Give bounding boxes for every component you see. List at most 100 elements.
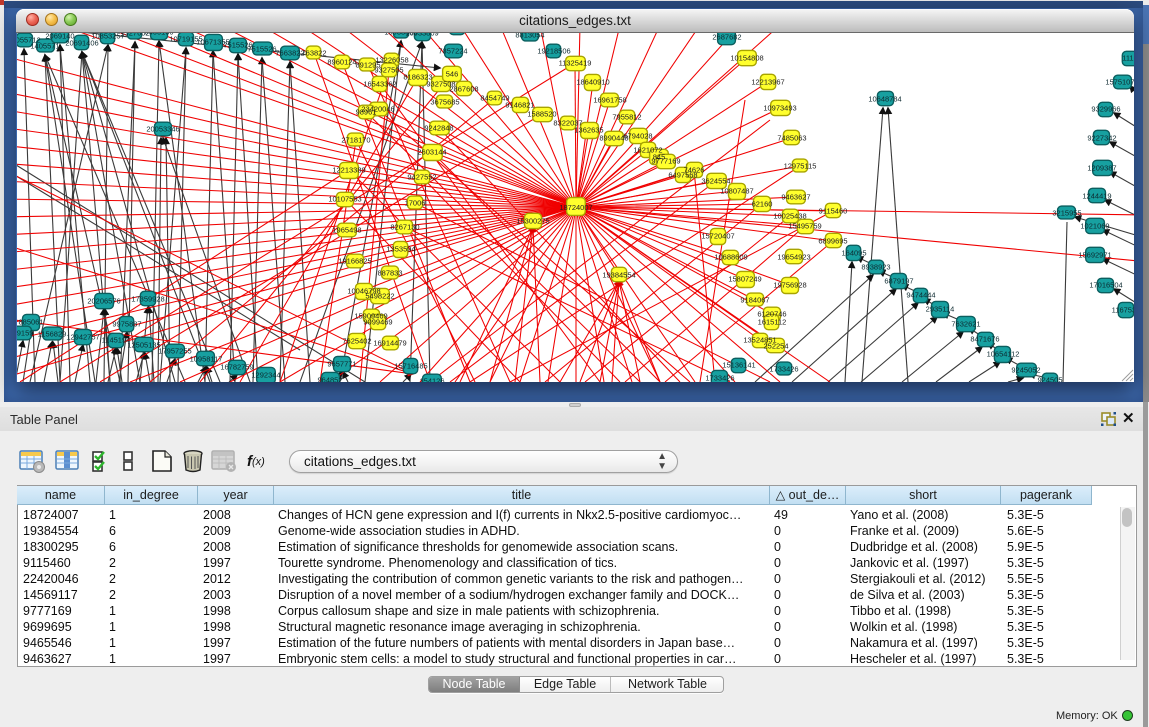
svg-text:1405571: 1405571 [30,42,59,51]
svg-text:9115460: 9115460 [819,207,848,216]
svg-text:1167531: 1167531 [1112,306,1134,315]
svg-text:8471676: 8471676 [970,335,999,344]
svg-text:7955812: 7955812 [612,113,641,122]
svg-text:9099469: 9099469 [363,318,392,327]
svg-text:74626: 74626 [684,166,705,175]
svg-text:2687682: 2687682 [712,33,741,42]
svg-text:16961758: 16961758 [593,96,626,105]
svg-text:2603144: 2603144 [417,148,446,157]
svg-text:6879197: 6879197 [884,277,913,286]
svg-text:2867608: 2867608 [449,85,478,94]
svg-text:9184067: 9184067 [740,296,769,305]
svg-text:7485063: 7485063 [777,134,806,143]
svg-text:12942757: 12942757 [66,333,99,342]
svg-text:15716485: 15716485 [394,362,427,371]
svg-text:7625402: 7625402 [342,337,371,346]
svg-text:154126: 154126 [419,377,444,383]
svg-text:12505135: 12505135 [127,341,160,350]
svg-text:19756928: 19756928 [773,281,806,290]
svg-text:887833: 887833 [377,269,402,278]
svg-text:3675685: 3675685 [430,98,459,107]
svg-text:12213389: 12213389 [332,166,365,175]
svg-text:6899695: 6899695 [818,237,847,246]
svg-text:10154808: 10154808 [730,54,763,63]
svg-text:15300275: 15300275 [516,217,549,226]
svg-text:17957255: 17957255 [158,347,191,356]
svg-text:10958117: 10958117 [190,355,223,364]
svg-text:1615112: 1615112 [758,318,787,327]
svg-text:6794028: 6794028 [623,132,652,141]
svg-text:10973493: 10973493 [763,104,796,113]
svg-text:9329966: 9329966 [1091,105,1120,114]
svg-text:19166825: 19166825 [338,257,371,266]
svg-text:16033809: 16033809 [405,33,438,38]
svg-text:15136141: 15136141 [722,361,755,370]
svg-text:10025438: 10025438 [773,212,806,221]
svg-text:8813054: 8813054 [515,33,544,40]
svg-text:(x): (x) [252,456,265,468]
svg-text:10688609: 10688609 [714,253,747,262]
svg-text:12213967: 12213967 [751,78,784,87]
svg-text:546: 546 [446,70,459,79]
svg-text:10654112: 10654112 [987,350,1020,359]
svg-text:15495759: 15495759 [788,222,821,231]
svg-text:3624554: 3624554 [701,177,730,186]
svg-text:9777169: 9777169 [651,157,680,166]
svg-text:9463627: 9463627 [781,193,810,202]
svg-text:964852: 964852 [317,376,342,383]
svg-text:15720407: 15720407 [701,232,734,241]
svg-text:15807249: 15807249 [728,275,761,284]
svg-text:10648784: 10648784 [868,95,901,104]
svg-text:2935114: 2935114 [926,305,955,314]
svg-text:1112: 1112 [1122,54,1134,63]
svg-text:9427552: 9427552 [407,173,436,182]
svg-text:17006: 17006 [405,199,426,208]
svg-text:13226058: 13226058 [375,56,408,65]
svg-text:885061: 885061 [18,318,43,327]
svg-text:16782759: 16782759 [220,363,253,372]
svg-text:1292344: 1292344 [251,371,280,380]
svg-text:8267130: 8267130 [390,223,419,232]
svg-text:1021069: 1021069 [1080,222,1109,231]
svg-text:252254: 252254 [763,342,788,351]
svg-text:164095: 164095 [841,249,866,258]
svg-text:5498222: 5498222 [365,292,394,301]
svg-text:924505: 924505 [1037,376,1062,383]
svg-text:7515526: 7515526 [247,45,276,54]
svg-text:2718170: 2718170 [341,136,370,145]
svg-text:19384554: 19384554 [602,271,635,280]
svg-text:15692971: 15692971 [1078,251,1111,260]
svg-text:17016504: 17016504 [1089,281,1122,290]
svg-text:12975115: 12975115 [784,162,817,171]
svg-text:1733426: 1733426 [705,374,734,383]
svg-text:9242848: 9242848 [424,124,453,133]
svg-text:1965498: 1965498 [332,226,361,235]
svg-text:1733426: 1733426 [769,365,798,374]
svg-text:16543362: 16543362 [363,80,396,89]
svg-text:1353594: 1353594 [386,245,415,254]
svg-text:1209387: 1209387 [1087,164,1116,173]
svg-text:1156829: 1156829 [38,330,67,339]
svg-text:3215955: 3215955 [1052,209,1081,218]
svg-text:15751074: 15751074 [1105,78,1134,87]
svg-text:11325419: 11325419 [559,59,592,68]
svg-text:19218506: 19218506 [537,47,570,56]
svg-text:9227342: 9227342 [1087,134,1116,143]
svg-text:9245052: 9245052 [1011,366,1040,375]
svg-text:8938923: 8938923 [861,263,890,272]
svg-text:20053346: 20053346 [146,125,179,134]
svg-text:1145194: 1145194 [102,336,131,345]
svg-text:18640910: 18640910 [576,78,609,87]
svg-text:1588520: 1588520 [527,110,556,119]
svg-text:9474444: 9474444 [906,291,935,300]
svg-text:19654923: 19654923 [777,253,810,262]
svg-text:7632621: 7632621 [951,320,980,329]
svg-text:17359928: 17359928 [131,295,164,304]
svg-text:20206576: 20206576 [87,297,120,306]
svg-text:98961: 98961 [356,108,377,117]
svg-text:9146821: 9146821 [505,101,534,110]
svg-text:16914479: 16914479 [373,339,406,348]
svg-text:7857224: 7857224 [438,47,467,56]
svg-text:10807487: 10807487 [720,187,753,196]
svg-text:763822: 763822 [301,49,326,58]
